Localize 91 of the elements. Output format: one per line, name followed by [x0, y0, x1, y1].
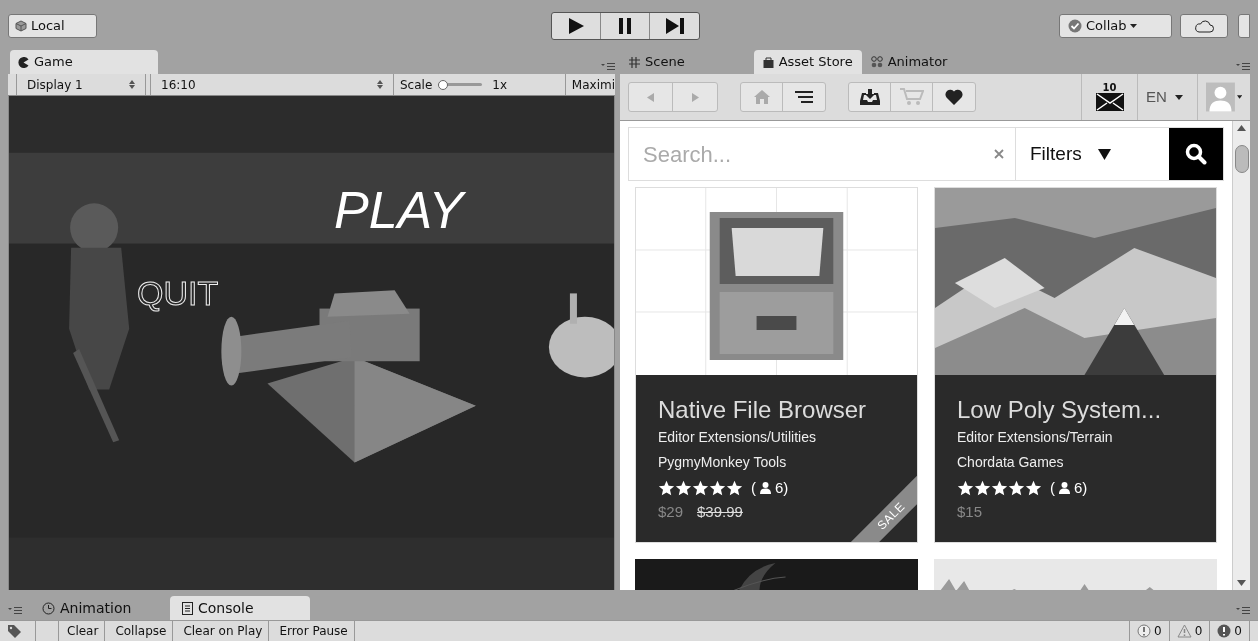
error-icon	[1217, 624, 1232, 638]
warning-icon	[1176, 624, 1192, 638]
person-icon	[760, 482, 771, 494]
rating-count: 6)	[775, 477, 789, 498]
tab[interactable]: Animator	[861, 50, 957, 74]
play-label: PLAY	[334, 184, 464, 236]
tab[interactable]: Console	[170, 596, 310, 620]
console-toggle[interactable]: Clear on Play	[177, 621, 270, 641]
scale-slider-thumb[interactable]	[438, 79, 449, 90]
asset-publisher: PygmyMonkey Tools	[658, 453, 788, 472]
grid-icon	[629, 56, 640, 68]
caret-icon	[1236, 95, 1242, 99]
heart-icon	[945, 89, 963, 105]
caret-icon	[1174, 94, 1183, 100]
user-avatar-icon	[1206, 80, 1235, 114]
panel-menu-icon[interactable]	[1236, 62, 1250, 70]
updown-icon	[377, 80, 383, 89]
panel-menu-icon[interactable]	[1236, 606, 1250, 614]
person-icon	[1059, 482, 1070, 494]
counter-value: 0	[1194, 623, 1203, 640]
console-toggle[interactable]: Clear	[61, 621, 106, 641]
search-button[interactable]	[1169, 128, 1223, 180]
menu-icon	[795, 91, 813, 103]
collab-button[interactable]: Collab	[1059, 14, 1172, 38]
asset-title: Native File Browser	[658, 395, 868, 425]
pacman-icon	[18, 56, 29, 68]
language-dropdown[interactable]: EN	[1137, 74, 1197, 120]
log-counter[interactable]: 0	[1210, 621, 1250, 641]
updown-icon	[129, 80, 135, 89]
rating-paren: (	[1050, 477, 1055, 498]
price: $29	[658, 501, 684, 522]
document-icon	[182, 601, 193, 615]
scrollbar-thumb[interactable]	[1234, 145, 1249, 173]
asset-category: Editor Extensions/Terrain	[957, 428, 1114, 447]
scroll-up-icon[interactable]	[1237, 125, 1246, 131]
home-icon	[753, 90, 770, 104]
maximize-toggle[interactable]: Maximi	[564, 74, 615, 95]
mail-count: 10	[1102, 83, 1117, 93]
asset-publisher: Chordata Games	[957, 453, 1065, 472]
tag-icon[interactable]	[8, 624, 21, 638]
tab[interactable]: Animation	[30, 596, 170, 620]
nodes-icon	[870, 56, 883, 68]
search-icon	[1185, 143, 1207, 165]
account-button[interactable]: Local	[8, 14, 97, 38]
display-dropdown[interactable]: Display 1	[16, 74, 146, 95]
tab[interactable]: Game	[10, 50, 158, 74]
play-icon	[567, 17, 585, 35]
scale-label: Scale	[400, 76, 433, 94]
log-counter[interactable]: 0	[1130, 621, 1170, 641]
console-toggle[interactable]: Collapse	[109, 621, 174, 641]
counter-value: 0	[1154, 623, 1162, 640]
info-icon	[1137, 624, 1152, 638]
step-icon	[664, 17, 685, 35]
caret-icon	[1130, 24, 1138, 28]
asset-category: Editor Extensions/Utilities	[658, 428, 817, 447]
aspect-dropdown[interactable]: 16:10	[150, 74, 394, 95]
left-arrow-icon	[647, 92, 654, 102]
cloud-button[interactable]	[1180, 14, 1228, 38]
quit-label: QUIT	[137, 276, 219, 310]
log-counter[interactable]: 0	[1169, 621, 1211, 641]
clock-icon	[42, 601, 55, 615]
right-arrow-icon	[691, 92, 699, 102]
tab[interactable]: Scene	[620, 50, 694, 74]
search-field[interactable]: Search...	[629, 128, 983, 180]
toolbar-button[interactable]	[1238, 14, 1250, 38]
close-icon	[994, 149, 1004, 159]
scrollbar[interactable]	[1232, 121, 1250, 590]
old-price: $39.99	[697, 501, 743, 522]
tab[interactable]: Asset Store	[753, 50, 862, 74]
cube-icon	[15, 20, 27, 32]
scale-value: 1x	[492, 76, 508, 94]
bag-icon	[762, 56, 774, 68]
counter-value: 0	[1234, 623, 1242, 640]
price: $15	[957, 501, 983, 522]
envelope-icon	[1095, 93, 1124, 111]
cart-icon	[899, 88, 924, 106]
inbox-download-icon	[859, 89, 880, 105]
panel-menu-icon[interactable]	[8, 606, 22, 614]
rating-count: 6)	[1074, 477, 1088, 498]
check-icon	[1068, 19, 1082, 33]
rating-paren: (	[751, 477, 756, 498]
console-toggle[interactable]: Error Pause	[273, 621, 355, 641]
pause-icon	[618, 17, 632, 35]
asset-title: Low Poly System...	[957, 395, 1163, 425]
cloud-icon	[1194, 19, 1214, 33]
mail-button[interactable]: 10	[1081, 74, 1137, 120]
caret-icon	[1097, 148, 1111, 160]
panel-menu-icon[interactable]	[601, 62, 615, 70]
asset-card[interactable]: Low Poly System... Editor Extensions/Terrain Chordata Games ( 6) $15	[934, 187, 1217, 543]
search-bar[interactable]: Search... Filters	[628, 127, 1224, 181]
scroll-down-icon[interactable]	[1237, 580, 1246, 586]
